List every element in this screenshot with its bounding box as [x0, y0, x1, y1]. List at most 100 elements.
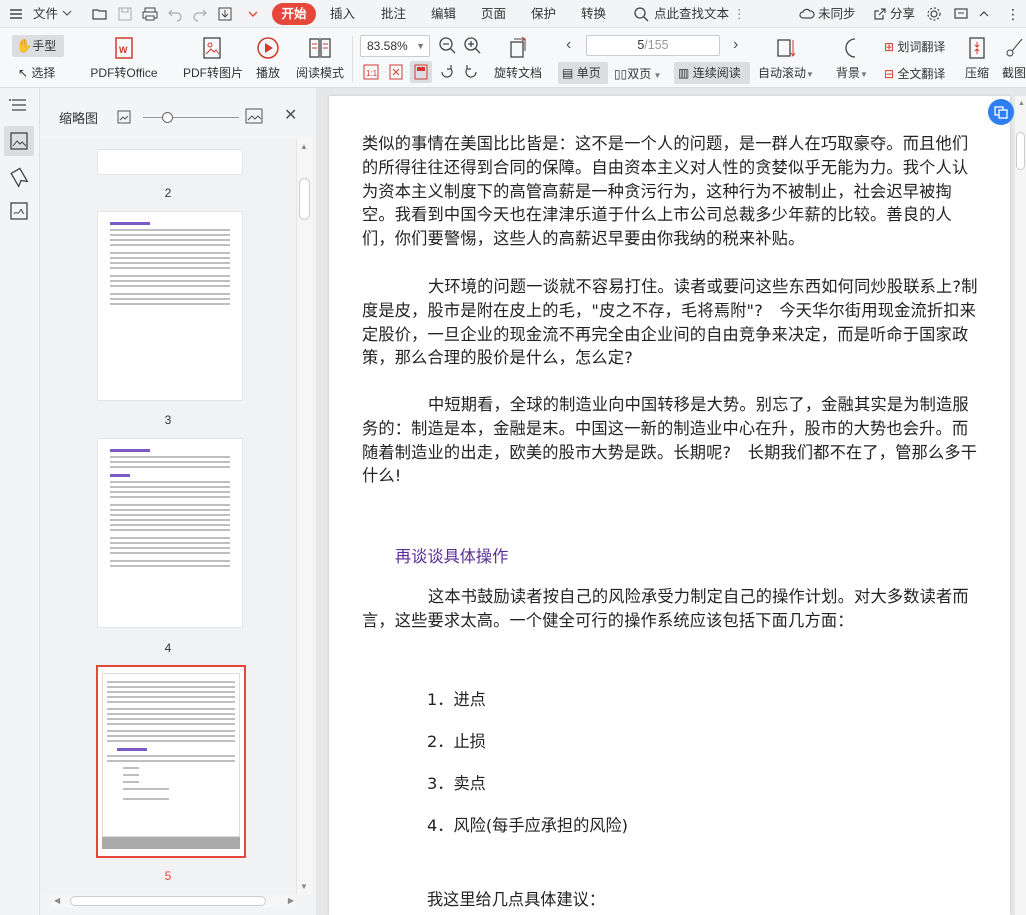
more-dropdown-icon[interactable]: [248, 9, 258, 19]
fit-page-icon[interactable]: [387, 63, 405, 81]
select-tool-button[interactable]: ↖ 选择: [18, 64, 55, 81]
redo-icon[interactable]: [192, 6, 208, 22]
hamburger-icon[interactable]: [8, 6, 24, 22]
full-translate-button[interactable]: ⊟ 全文翻译: [884, 65, 945, 82]
slider-handle[interactable]: [162, 112, 173, 123]
signature-icon[interactable]: [8, 200, 30, 222]
thumbnail-page-2[interactable]: [97, 211, 243, 401]
word-translate-button[interactable]: ⊞ 划词翻译: [884, 38, 945, 55]
play-button[interactable]: 播放: [252, 36, 284, 81]
pdf-to-office-button[interactable]: W PDF转Office: [88, 36, 160, 81]
thumbnail-page-3[interactable]: [97, 438, 243, 628]
tab-annotate[interactable]: 批注: [381, 0, 406, 28]
bookmark-icon[interactable]: [8, 166, 30, 188]
thumbnail-page-1[interactable]: [97, 149, 243, 175]
scrollbar-thumb[interactable]: [1016, 132, 1025, 170]
scroll-up-icon[interactable]: ▲: [1018, 100, 1025, 107]
page-number-input[interactable]: 5/155: [586, 35, 720, 56]
continuous-read-button[interactable]: ▥ 连续阅读: [674, 62, 750, 84]
fit-width-button[interactable]: [410, 61, 432, 83]
list-item: 1．进点: [427, 690, 486, 709]
document-vertical-scrollbar[interactable]: ▲: [1015, 96, 1026, 915]
paragraph: 我这里给几点具体建议：: [427, 890, 606, 909]
more-vertical-icon[interactable]: ⋮: [733, 0, 746, 28]
svg-text:W: W: [119, 45, 128, 55]
horizontal-scrollbar-thumb[interactable]: [70, 896, 266, 906]
scroll-left-icon[interactable]: ◀: [54, 896, 60, 905]
play-icon: [257, 37, 279, 59]
scroll-up-icon[interactable]: ▲: [300, 142, 308, 151]
hand-icon: ✋: [16, 38, 33, 53]
single-label: 单页: [576, 66, 601, 80]
search-field[interactable]: 点此查找文本: [654, 0, 729, 28]
share-button[interactable]: 分享: [890, 0, 915, 28]
pdf-image-icon: [203, 37, 221, 59]
double-page-button[interactable]: ▯▯双页 ▼: [614, 65, 661, 82]
thumbnail-page-number: 3: [164, 413, 172, 427]
sync-status[interactable]: 未同步: [818, 0, 856, 28]
total-pages: /155: [644, 38, 669, 52]
tab-page[interactable]: 页面: [481, 0, 506, 28]
zoom-in-icon[interactable]: [463, 36, 483, 56]
tab-start[interactable]: 开始: [272, 3, 316, 25]
chevron-down-icon[interactable]: [62, 8, 72, 18]
read-mode-button[interactable]: 阅读模式: [294, 36, 346, 81]
full-translate-label: 全文翻译: [897, 67, 946, 81]
collapse-icon[interactable]: [979, 9, 989, 19]
rotate-right-icon[interactable]: [462, 63, 480, 81]
pdf-to-image-button[interactable]: PDF转图片: [182, 36, 244, 81]
zoom-out-icon[interactable]: [438, 36, 458, 56]
next-page-icon[interactable]: ›: [733, 36, 738, 54]
file-menu[interactable]: 文件: [33, 0, 58, 28]
thumbnail-panel-button[interactable]: [4, 126, 34, 156]
small-thumb-icon[interactable]: [117, 110, 131, 124]
floating-tool-button[interactable]: [988, 99, 1014, 125]
pdf-image-label: PDF转图片: [182, 66, 243, 80]
undo-icon[interactable]: [167, 6, 183, 22]
translate-float-icon: [994, 106, 1008, 119]
continuous-label: 连续阅读: [692, 66, 741, 80]
message-icon[interactable]: [953, 6, 969, 22]
print-icon[interactable]: [142, 6, 158, 22]
hand-tool-button[interactable]: ✋手型: [12, 35, 64, 57]
share-icon[interactable]: [872, 6, 888, 22]
thumb-size-slider[interactable]: [143, 117, 239, 118]
full-translate-icon: ⊟: [884, 67, 895, 81]
export-icon[interactable]: [217, 6, 233, 22]
thumbnail-page-number: 5: [164, 869, 172, 883]
tab-protect[interactable]: 保护: [531, 0, 556, 28]
zoom-select[interactable]: 83.58% ▼: [360, 35, 430, 57]
viewport-indicator: [102, 837, 240, 849]
outline-icon[interactable]: [8, 94, 30, 116]
single-page-button[interactable]: ▤ 单页: [558, 62, 608, 84]
search-icon[interactable]: [633, 6, 649, 22]
chevron-down-icon: ▼: [806, 70, 814, 79]
open-folder-icon[interactable]: [92, 6, 108, 22]
settings-icon[interactable]: [926, 6, 942, 22]
close-icon[interactable]: ✕: [284, 105, 297, 125]
large-thumb-icon[interactable]: [245, 108, 263, 124]
tab-convert[interactable]: 转换: [581, 0, 606, 28]
panel-gap: [316, 88, 328, 915]
auto-scroll-button[interactable]: 自动滚动▼: [756, 36, 816, 81]
rotate-document-button[interactable]: 旋转文档: [490, 36, 546, 81]
cloud-sync-icon[interactable]: [799, 6, 815, 22]
screenshot-button[interactable]: 截图: [1002, 36, 1026, 81]
previous-page-icon[interactable]: ‹: [566, 36, 571, 54]
more-icon[interactable]: ⋮: [1006, 0, 1020, 28]
scrollbar-thumb[interactable]: [299, 178, 310, 220]
background-button[interactable]: 背景▼: [834, 36, 870, 81]
actual-size-icon[interactable]: 1:1: [362, 63, 380, 81]
compress-label: 压缩: [964, 66, 989, 80]
tab-insert[interactable]: 插入: [330, 0, 355, 28]
rotate-left-icon[interactable]: [438, 63, 456, 81]
tab-edit[interactable]: 编辑: [431, 0, 456, 28]
scroll-right-icon[interactable]: ▶: [288, 896, 294, 905]
pdf-office-label: PDF转Office: [90, 66, 158, 80]
thumbnail-page-4-selected[interactable]: [96, 665, 246, 858]
compress-button[interactable]: 压缩: [962, 36, 992, 81]
thumbnail-horizontal-scrollbar[interactable]: ◀ ▶: [52, 895, 296, 907]
scroll-down-icon[interactable]: ▼: [300, 882, 308, 891]
thumbnail-vertical-scrollbar[interactable]: ▲ ▼: [296, 138, 312, 895]
save-icon[interactable]: [117, 6, 133, 22]
